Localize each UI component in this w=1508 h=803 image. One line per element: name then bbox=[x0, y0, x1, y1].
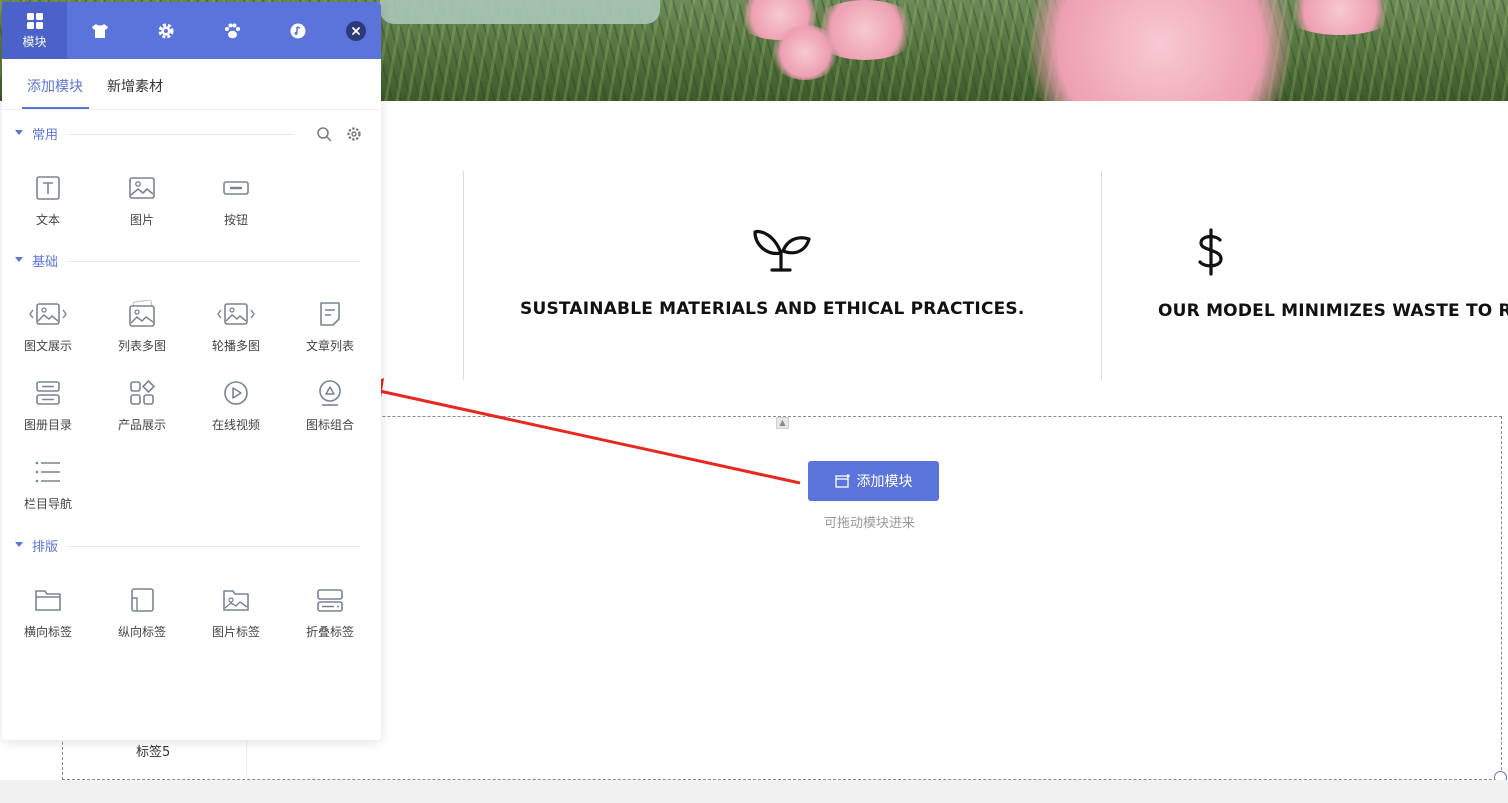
tab-settings[interactable] bbox=[133, 2, 198, 59]
module-video[interactable]: 在线视频 bbox=[196, 379, 276, 439]
sub-tabs: 添加模块 新增素材 bbox=[2, 59, 381, 110]
module-vertical-tab[interactable]: 纵向标签 bbox=[102, 586, 182, 646]
image-text-icon bbox=[29, 303, 67, 325]
tab-music[interactable] bbox=[265, 2, 330, 59]
music-icon bbox=[290, 23, 305, 38]
tab-plugins[interactable] bbox=[199, 2, 264, 59]
module-label: 轮播多图 bbox=[211, 339, 260, 353]
module-label: 图片标签 bbox=[211, 625, 260, 639]
module-image-text[interactable]: 图文展示 bbox=[8, 300, 88, 360]
module-label: 文本 bbox=[35, 213, 60, 227]
image-icon bbox=[129, 177, 155, 199]
module-label: 按钮 bbox=[223, 213, 248, 227]
module-label: 图文展示 bbox=[23, 339, 72, 353]
module-label: 纵向标签 bbox=[117, 625, 166, 639]
album-icon bbox=[36, 381, 60, 405]
module-button[interactable]: 按钮 bbox=[196, 174, 276, 234]
collapse-tab-icon bbox=[317, 589, 343, 612]
module-collapse-tab[interactable]: 折叠标签 bbox=[290, 586, 370, 646]
module-product[interactable]: 产品展示 bbox=[102, 379, 182, 439]
module-image[interactable]: 图片 bbox=[102, 174, 182, 234]
module-article-list[interactable]: 文章列表 bbox=[290, 300, 370, 360]
panel-header: 模块 bbox=[2, 2, 381, 59]
section-basic[interactable]: 基础 bbox=[2, 251, 381, 271]
button-icon bbox=[223, 181, 249, 195]
module-horizontal-tab[interactable]: 横向标签 bbox=[8, 586, 88, 646]
module-label: 栏目导航 bbox=[23, 497, 72, 511]
section-common[interactable]: 常用 bbox=[2, 124, 381, 144]
list-images-icon bbox=[129, 300, 155, 327]
module-image-tab[interactable]: 图片标签 bbox=[196, 586, 276, 646]
module-label: 产品展示 bbox=[117, 418, 166, 432]
module-column-nav[interactable]: 栏目导航 bbox=[8, 458, 88, 518]
caret-down-icon bbox=[15, 257, 23, 262]
settings-icon[interactable] bbox=[346, 126, 362, 142]
close-icon bbox=[352, 27, 360, 35]
video-icon bbox=[224, 381, 248, 405]
module-label: 图册目录 bbox=[23, 418, 72, 432]
image-tab-icon bbox=[223, 590, 249, 611]
feature-title-1: SUSTAINABLE MATERIALS AND ETHICAL PRACTI… bbox=[520, 299, 1025, 319]
bottom-bar bbox=[0, 780, 1508, 803]
column-divider bbox=[1101, 171, 1102, 380]
horizontal-tab-icon bbox=[35, 590, 61, 611]
module-icon-group[interactable]: 图标组合 bbox=[290, 379, 370, 439]
add-module-button[interactable]: 添加模块 bbox=[808, 461, 939, 501]
section-layout[interactable]: 排版 bbox=[2, 536, 381, 556]
article-list-icon bbox=[320, 302, 340, 326]
subtab-new-material[interactable]: 新增素材 bbox=[107, 76, 163, 96]
section-title: 基础 bbox=[32, 255, 59, 270]
module-label: 文章列表 bbox=[305, 339, 354, 353]
shirt-icon bbox=[91, 23, 108, 38]
gear-icon bbox=[158, 23, 173, 38]
carousel-icon bbox=[217, 303, 255, 325]
tab-item-label: 标签5 bbox=[136, 745, 171, 760]
column-nav-icon bbox=[35, 461, 60, 483]
column-divider bbox=[463, 171, 464, 380]
module-label: 横向标签 bbox=[23, 625, 72, 639]
tab-theme[interactable] bbox=[67, 2, 132, 59]
move-handle-icon[interactable]: ▲ bbox=[776, 417, 789, 429]
module-text[interactable]: 文本 bbox=[8, 174, 88, 234]
subtab-add-module[interactable]: 添加模块 bbox=[27, 76, 83, 96]
icon-group-icon bbox=[319, 380, 341, 406]
module-label: 图片 bbox=[129, 213, 154, 227]
module-list-images[interactable]: 列表多图 bbox=[102, 300, 182, 360]
page-editor: SUSTAINABLE MATERIALS AND ETHICAL PRACTI… bbox=[0, 0, 1508, 803]
vertical-tab-icon bbox=[131, 588, 154, 612]
paw-icon bbox=[224, 23, 240, 38]
add-module-icon bbox=[834, 474, 850, 488]
module-label: 在线视频 bbox=[211, 418, 260, 432]
active-tab-indicator bbox=[22, 107, 89, 109]
section-title: 常用 bbox=[32, 128, 59, 143]
modules-grid-icon bbox=[26, 12, 43, 29]
module-label: 列表多图 bbox=[117, 339, 166, 353]
sprout-icon bbox=[753, 229, 811, 272]
caret-down-icon bbox=[15, 130, 23, 135]
feature-title-2: OUR MODEL MINIMIZES WASTE TO RE bbox=[1158, 301, 1508, 321]
search-icon[interactable] bbox=[316, 126, 332, 142]
caret-down-icon bbox=[15, 542, 23, 547]
module-carousel[interactable]: 轮播多图 bbox=[196, 300, 276, 360]
module-label: 折叠标签 bbox=[305, 625, 354, 639]
module-panel: 模块 添加模块 新增素材 常用 文本 图片 按钮 基础 图文展示 列表多图 轮播… bbox=[2, 2, 381, 740]
text-icon bbox=[36, 176, 60, 200]
close-panel-button[interactable] bbox=[346, 21, 366, 41]
add-module-label: 添加模块 bbox=[856, 474, 913, 490]
tab-modules-label: 模块 bbox=[22, 34, 47, 49]
tab-modules[interactable]: 模块 bbox=[2, 2, 67, 59]
module-label: 图标组合 bbox=[305, 418, 354, 432]
module-album[interactable]: 图册目录 bbox=[8, 379, 88, 439]
product-icon bbox=[130, 379, 156, 405]
drag-hint-text: 可拖动模块进来 bbox=[824, 516, 916, 531]
section-title: 排版 bbox=[32, 540, 59, 555]
dollar-icon bbox=[1198, 228, 1223, 276]
